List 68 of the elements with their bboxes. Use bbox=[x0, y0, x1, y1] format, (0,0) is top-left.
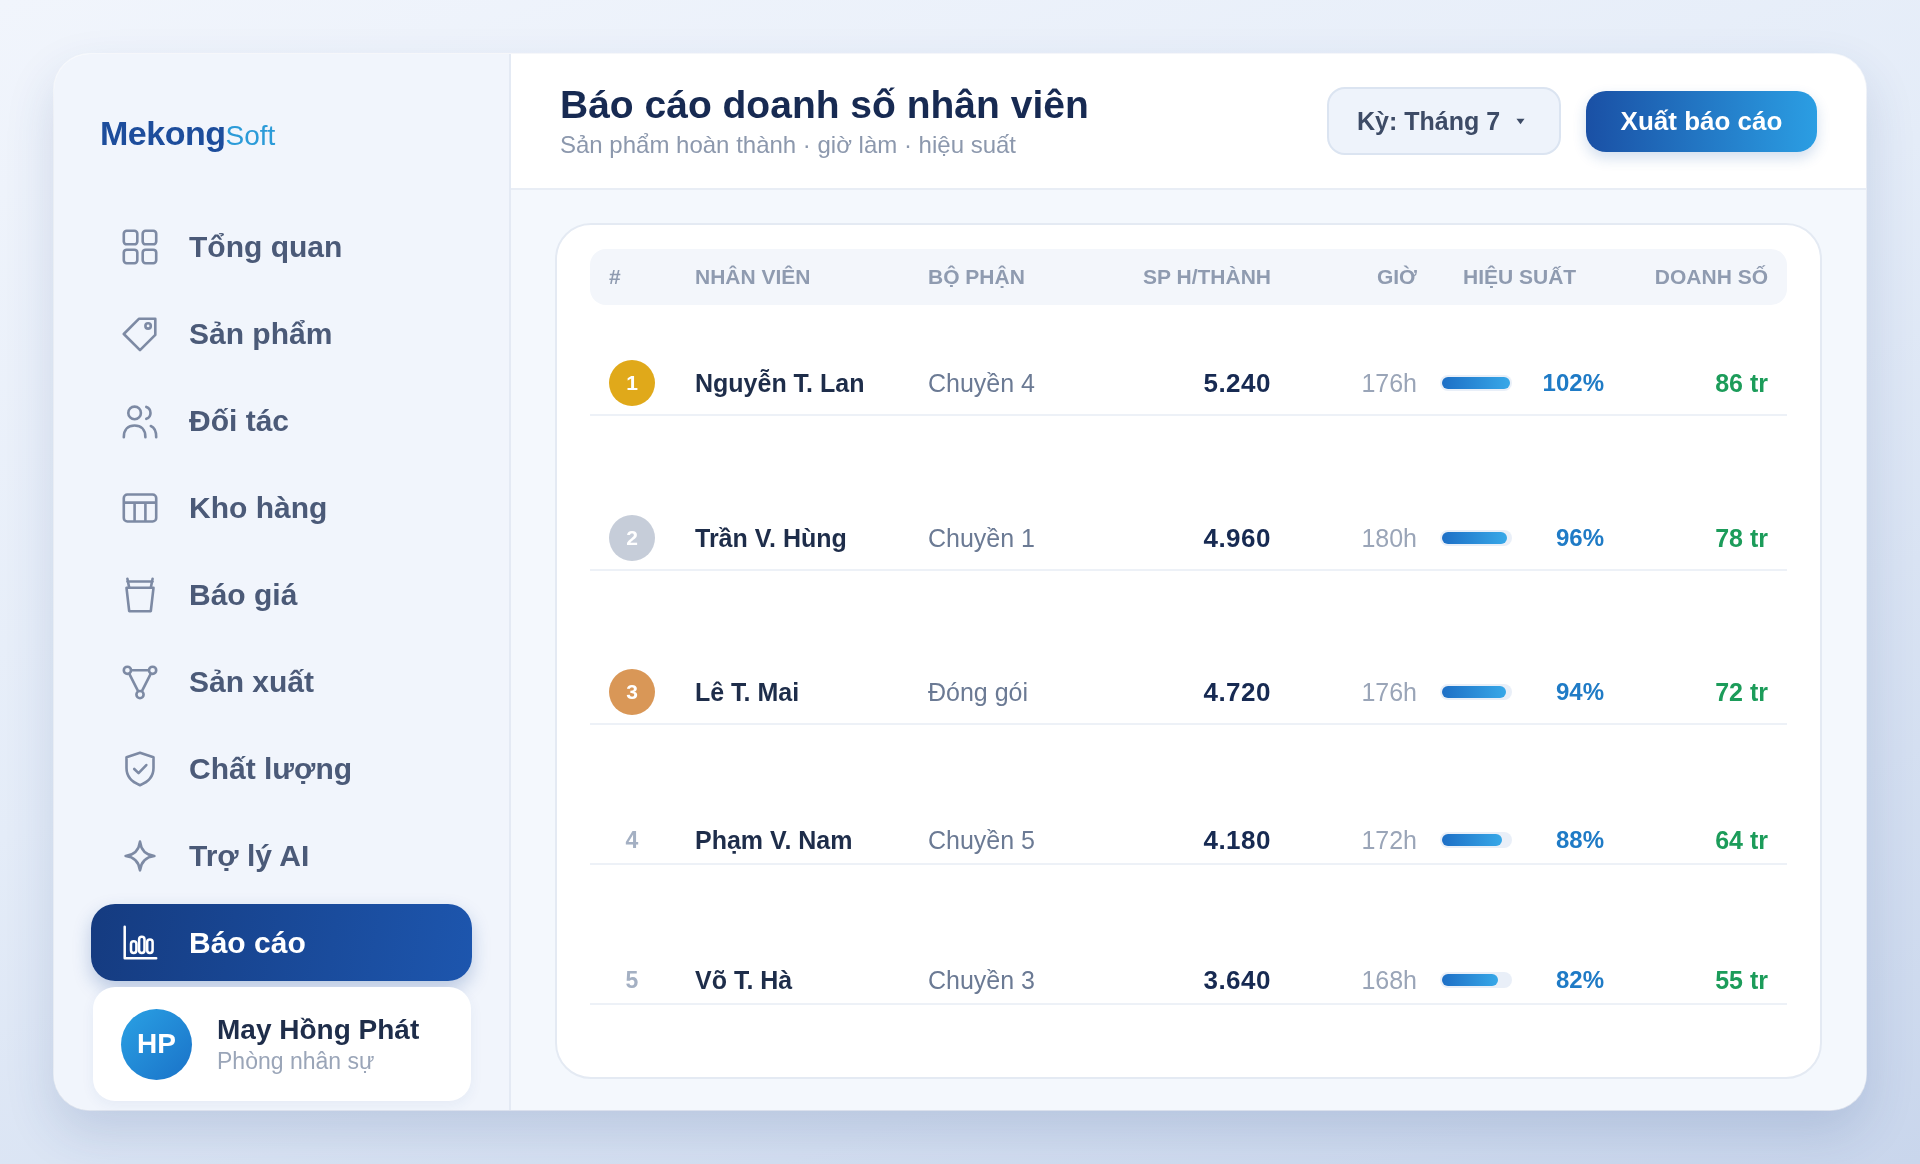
caret-icon bbox=[1516, 117, 1526, 125]
nav-item[interactable]: Kho hàng bbox=[91, 469, 472, 546]
rank-number: 5 bbox=[625, 966, 639, 995]
column-header: NHÂN VIÊN bbox=[695, 265, 811, 289]
efficiency-percent: 96% bbox=[1555, 522, 1604, 553]
nav-item[interactable]: Sản phẩm bbox=[91, 295, 472, 372]
efficiency-percent: 102% bbox=[1542, 368, 1604, 399]
tag-icon bbox=[122, 315, 158, 352]
hours-value: 176h bbox=[1361, 368, 1417, 399]
page-title: Báo cáo doanh số nhân viên bbox=[560, 82, 1089, 127]
column-header: SP H/THÀNH bbox=[1143, 265, 1271, 289]
hours-value: 176h bbox=[1361, 677, 1417, 707]
grid-icon bbox=[122, 228, 158, 265]
hours-value: 172h bbox=[1361, 825, 1417, 855]
nav-item[interactable]: Đối tác bbox=[91, 382, 472, 459]
employee-name: Lê T. Mai bbox=[695, 677, 800, 707]
bucket-icon bbox=[122, 576, 158, 613]
efficiency-percent: 82% bbox=[1555, 965, 1604, 995]
units-value: 4.720 bbox=[1203, 677, 1271, 707]
nav-item[interactable]: Trợ lý AI bbox=[91, 817, 472, 894]
column-header: GIỜ bbox=[1376, 265, 1417, 289]
period-dropdown[interactable]: Kỳ: Tháng 7 bbox=[1327, 87, 1561, 155]
employee-name: Võ T. Hà bbox=[695, 965, 793, 995]
hours-value: 180h bbox=[1361, 522, 1417, 553]
nodes-icon bbox=[122, 663, 158, 700]
column-header: BỘ PHẬN bbox=[928, 265, 1025, 289]
department-name: Chuyền 5 bbox=[928, 825, 1036, 855]
page-subtitle: Sản phẩm hoàn thành · giờ làm · hiệu suất bbox=[560, 130, 1016, 160]
department-name: Chuyền 3 bbox=[928, 965, 1036, 995]
employee-name: Trần V. Hùng bbox=[695, 522, 847, 553]
units-value: 4.180 bbox=[1203, 825, 1271, 855]
nav-item[interactable]: Báo giá bbox=[91, 556, 472, 633]
revenue-value: 72 tr bbox=[1715, 677, 1768, 707]
avatar: HP bbox=[121, 1008, 192, 1080]
bar-chart-icon bbox=[122, 924, 158, 961]
revenue-value: 64 tr bbox=[1715, 825, 1768, 855]
units-value: 5.240 bbox=[1203, 368, 1271, 399]
hours-value: 168h bbox=[1361, 965, 1417, 995]
units-value: 4.960 bbox=[1203, 522, 1271, 553]
employee-name: Phạm V. Nam bbox=[695, 825, 853, 855]
nav-item[interactable]: Báo cáo bbox=[91, 904, 472, 981]
department-name: Chuyền 4 bbox=[928, 368, 1036, 399]
employee-name: Nguyễn T. Lan bbox=[695, 368, 865, 399]
user-role: Phòng nhân sự bbox=[217, 1047, 376, 1075]
rank-number: 4 bbox=[625, 826, 639, 855]
export-button[interactable]: Xuất báo cáo bbox=[1586, 90, 1817, 152]
efficiency-percent: 94% bbox=[1555, 677, 1604, 707]
nav-item[interactable]: Chất lượng bbox=[91, 730, 472, 807]
units-value: 3.640 bbox=[1203, 965, 1271, 995]
rank-badge: 2 bbox=[609, 514, 655, 561]
users-icon bbox=[122, 402, 158, 439]
column-header: DOANH SỐ bbox=[1654, 265, 1768, 289]
nav-item[interactable]: Tổng quan bbox=[91, 208, 472, 285]
user-name: May Hồng Phát bbox=[217, 1013, 420, 1047]
revenue-value: 78 tr bbox=[1715, 522, 1768, 553]
sparkle-icon bbox=[122, 837, 158, 874]
department-name: Đóng gói bbox=[928, 677, 1029, 707]
department-name: Chuyền 1 bbox=[928, 522, 1036, 553]
rank-badge: 3 bbox=[609, 669, 655, 715]
rank-header: # bbox=[609, 265, 621, 289]
rank-badge: 1 bbox=[609, 360, 655, 407]
efficiency-percent: 88% bbox=[1555, 825, 1604, 855]
shield-check-icon bbox=[122, 750, 158, 787]
revenue-value: 86 tr bbox=[1715, 368, 1768, 399]
column-header: HIỆU SUẤT bbox=[1463, 265, 1577, 289]
nav-item[interactable]: Sản xuất bbox=[91, 643, 472, 720]
brand-logo: MekongSoft bbox=[100, 115, 276, 151]
revenue-value: 55 tr bbox=[1715, 965, 1768, 995]
